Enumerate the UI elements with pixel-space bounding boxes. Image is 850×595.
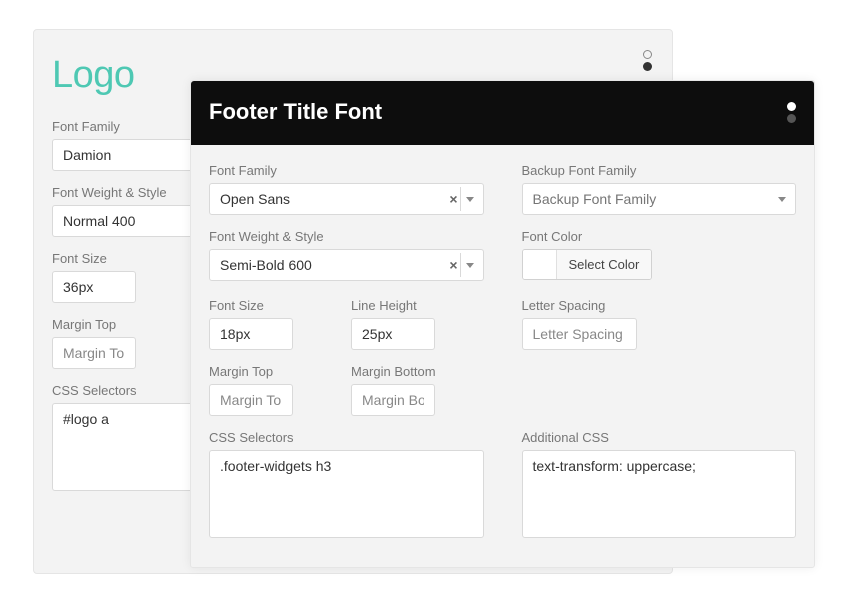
margin-top-label: Margin Top: [209, 364, 293, 379]
footer-panel-title: Footer Title Font: [209, 99, 382, 125]
margin-bottom-label: Margin Bottom: [351, 364, 436, 379]
font-size-input[interactable]: [52, 271, 136, 303]
font-weight-label: Font Weight & Style: [209, 229, 484, 244]
dot-icon: [643, 50, 652, 59]
margin-bottom-input[interactable]: [351, 384, 435, 416]
css-selectors-textarea[interactable]: [209, 450, 484, 538]
color-swatch: [523, 250, 557, 279]
line-height-input[interactable]: [351, 318, 435, 350]
dot-icon: [787, 102, 796, 111]
panel-toggle-dots-back[interactable]: [643, 50, 652, 71]
footer-title-font-panel: Footer Title Font Font Family × Backup F…: [190, 80, 815, 568]
select-color-button[interactable]: Select Color: [522, 249, 653, 280]
additional-css-textarea[interactable]: [522, 450, 797, 538]
font-size-label: Font Size: [209, 298, 293, 313]
font-size-input[interactable]: [209, 318, 293, 350]
clear-icon[interactable]: ×: [449, 257, 457, 273]
select-color-label: Select Color: [557, 250, 652, 279]
letter-spacing-label: Letter Spacing: [522, 298, 797, 313]
backup-font-family-select[interactable]: [522, 183, 797, 215]
backup-font-family-label: Backup Font Family: [522, 163, 797, 178]
additional-css-label: Additional CSS: [522, 430, 797, 445]
css-selectors-label: CSS Selectors: [209, 430, 484, 445]
margin-top-input[interactable]: [52, 337, 136, 369]
panel-toggle-dots-front[interactable]: [787, 102, 796, 123]
footer-panel-header: Footer Title Font: [191, 81, 814, 145]
margin-top-input[interactable]: [209, 384, 293, 416]
font-family-label: Font Family: [209, 163, 484, 178]
dot-icon: [787, 114, 796, 123]
clear-icon[interactable]: ×: [449, 191, 457, 207]
font-weight-select[interactable]: [209, 249, 484, 281]
line-height-label: Line Height: [351, 298, 435, 313]
footer-panel-body: Font Family × Backup Font Family Font We…: [191, 145, 814, 567]
font-family-select[interactable]: [209, 183, 484, 215]
letter-spacing-input[interactable]: [522, 318, 637, 350]
dot-icon: [643, 62, 652, 71]
font-color-label: Font Color: [522, 229, 797, 244]
